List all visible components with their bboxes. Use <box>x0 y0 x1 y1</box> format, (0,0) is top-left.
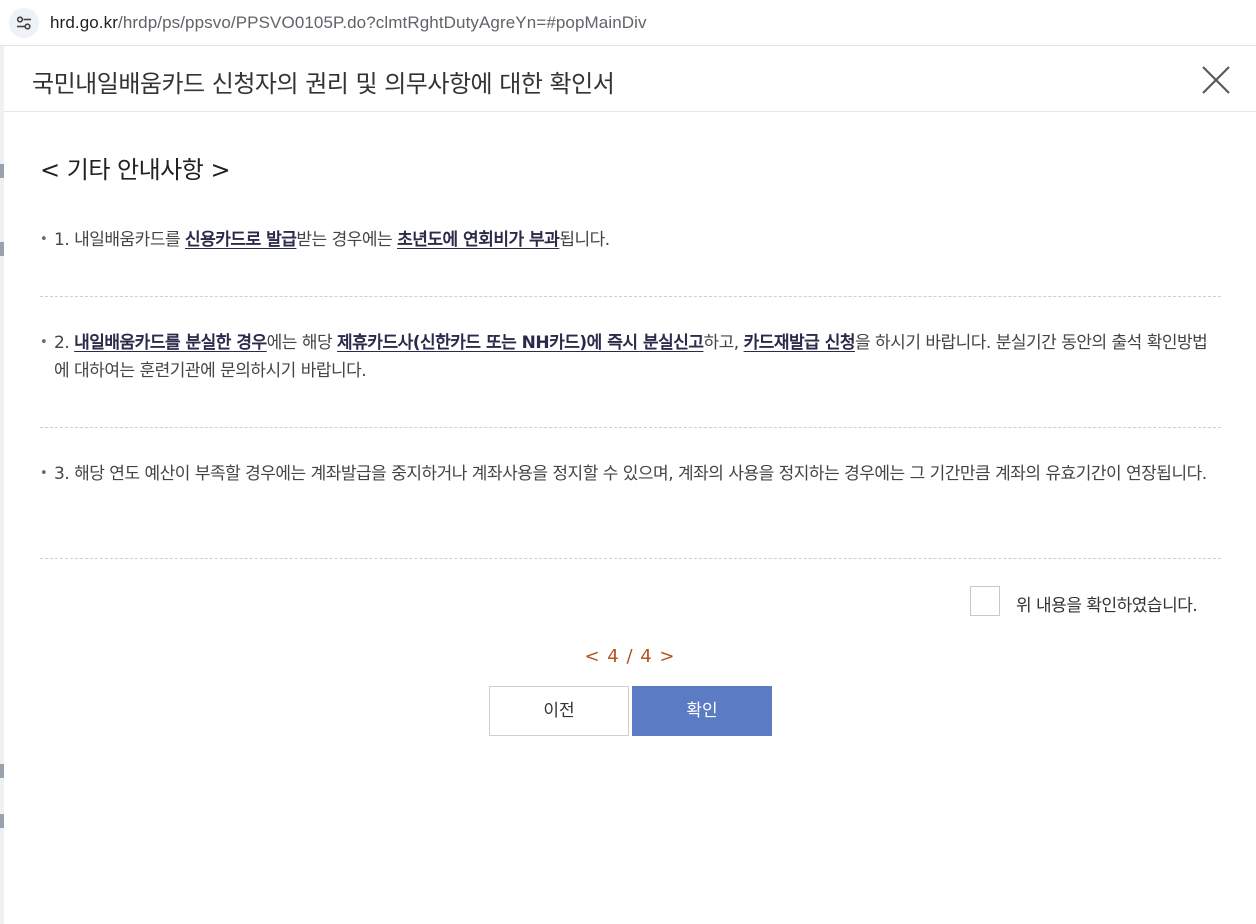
notice-emphasis: 신용카드로 발급 <box>185 230 297 250</box>
notice-text-part: 3. 해당 연도 예산이 부족할 경우에는 계좌발급을 중지하거나 계좌사용을 … <box>54 464 1207 484</box>
notice-emphasis: 초년도에 연회비가 부과 <box>397 230 560 250</box>
notice-item-2: • 2. 내일배움카드를 분실한 경우에는 해당 제휴카드사(신한카드 또는 N… <box>40 329 1220 385</box>
notice-item-1: • 1. 내일배움카드를 신용카드로 발급받는 경우에는 초년도에 연회비가 부… <box>40 226 1220 254</box>
ok-button[interactable]: 확인 <box>632 686 772 736</box>
notice-emphasis: 내일배움카드를 분실한 경우 <box>74 333 267 353</box>
url-text[interactable]: hrd.go.kr/hrdp/ps/ppsvo/PPSVO0105P.do?cl… <box>50 13 647 33</box>
notice-item-3: • 3. 해당 연도 예산이 부족할 경우에는 계좌발급을 중지하거나 계좌사용… <box>40 460 1220 488</box>
section-heading: < 기타 안내사항 > <box>40 156 231 184</box>
notice-text: 2. 내일배움카드를 분실한 경우에는 해당 제휴카드사(신한카드 또는 NH카… <box>54 329 1220 385</box>
page-indicator: < 4 / 4 > <box>584 646 676 667</box>
close-icon <box>1202 66 1230 94</box>
modal-header: 국민내일배움카드 신청자의 권리 및 의무사항에 대한 확인서 <box>4 46 1256 112</box>
notice-text-part: 됩니다. <box>559 230 610 250</box>
agreement-modal: 국민내일배움카드 신청자의 권리 및 의무사항에 대한 확인서 < 기타 안내사… <box>4 46 1256 924</box>
tune-icon[interactable] <box>9 8 39 38</box>
confirm-label[interactable]: 위 내용을 확인하였습니다. <box>1016 591 1198 616</box>
notice-text-part: 1. 내일배움카드를 <box>54 230 186 250</box>
bullet: • <box>40 335 48 350</box>
notice-text: 1. 내일배움카드를 신용카드로 발급받는 경우에는 초년도에 연회비가 부과됩… <box>54 226 1220 254</box>
bullet: • <box>40 466 48 481</box>
modal-title: 국민내일배움카드 신청자의 권리 및 의무사항에 대한 확인서 <box>32 70 615 98</box>
prev-button[interactable]: 이전 <box>489 686 629 736</box>
close-button[interactable] <box>1200 64 1232 96</box>
notice-text-part: 에는 해당 <box>266 333 338 353</box>
divider <box>40 558 1221 559</box>
divider <box>40 296 1221 297</box>
divider <box>40 427 1221 428</box>
confirm-checkbox[interactable] <box>970 586 1000 616</box>
browser-address-bar[interactable]: hrd.go.kr/hrdp/ps/ppsvo/PPSVO0105P.do?cl… <box>0 0 1256 46</box>
notice-emphasis: 제휴카드사(신한카드 또는 NH카드)에 즉시 분실신고 <box>337 333 704 353</box>
notice-text: 3. 해당 연도 예산이 부족할 경우에는 계좌발급을 중지하거나 계좌사용을 … <box>54 460 1220 488</box>
notice-emphasis: 카드재발급 신청 <box>743 333 856 353</box>
notice-text-part: 2. <box>54 333 75 353</box>
bullet: • <box>40 232 48 247</box>
url-path: /hrdp/ps/ppsvo/PPSVO0105P.do?clmtRghtDut… <box>118 13 647 32</box>
notice-text-part: 하고, <box>703 333 744 353</box>
notice-text-part: 받는 경우에는 <box>296 230 398 250</box>
url-host: hrd.go.kr <box>50 13 118 32</box>
